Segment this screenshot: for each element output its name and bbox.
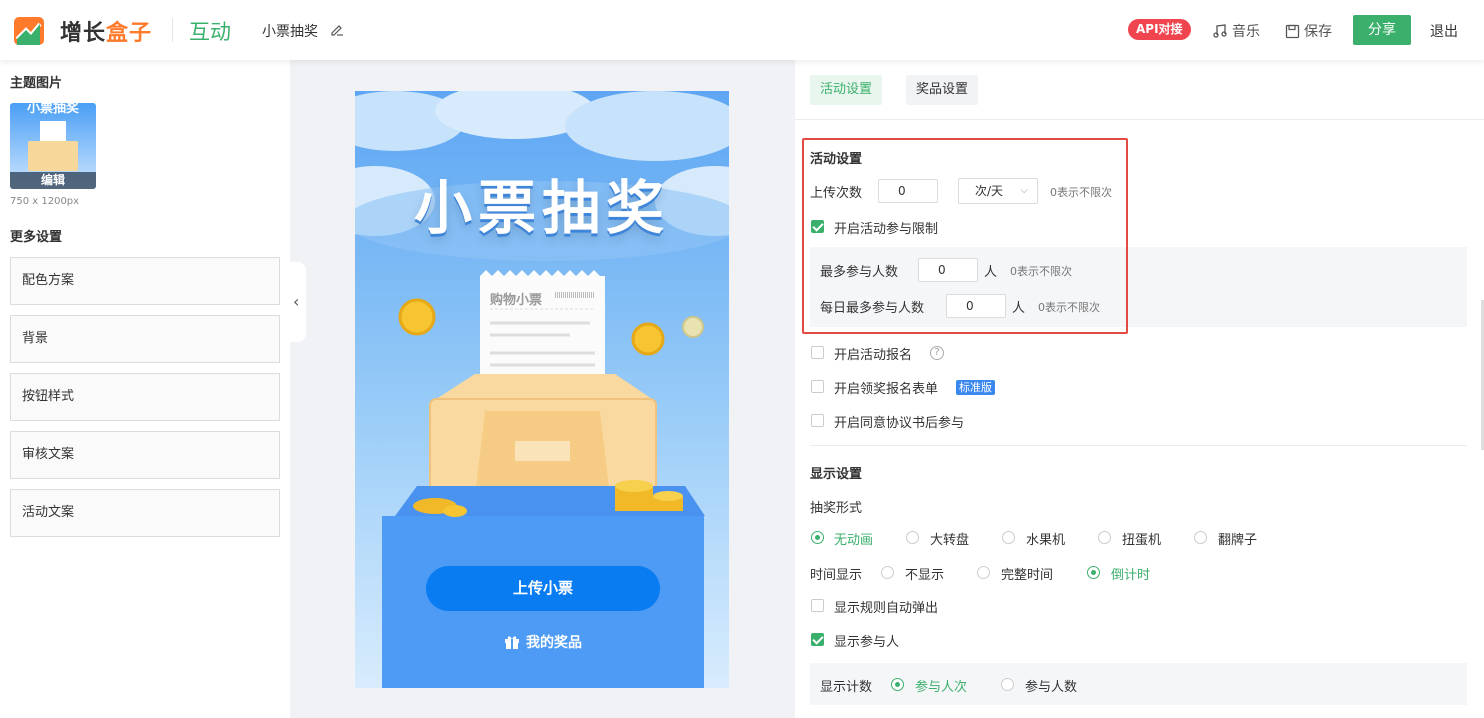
upload-times-hint: 0表示不限次	[1050, 186, 1112, 199]
tab-prize-settings[interactable]: 奖品设置	[906, 75, 979, 105]
menu-button-style[interactable]: 按钮样式	[10, 373, 280, 421]
prize-form-checkbox[interactable]	[811, 380, 824, 393]
radio-time-none[interactable]	[881, 566, 894, 579]
collapse-panel-button[interactable]: ‹	[290, 262, 306, 342]
top-header: 增长盒子 互动 小票抽奖 API对接 音乐 保存 分享 退出	[0, 0, 1484, 60]
count-option-people[interactable]: 参与人数	[1025, 676, 1077, 695]
share-button[interactable]: 分享	[1353, 15, 1411, 45]
image-size-label: 750 x 1200px	[10, 196, 80, 207]
upload-times-input[interactable]: 0	[878, 179, 938, 203]
daily-max-input[interactable]: 0	[946, 294, 1006, 318]
signup-checkbox[interactable]	[811, 346, 824, 359]
preview-title: 小票抽奖	[413, 174, 670, 242]
menu-review-text[interactable]: 审核文案	[10, 431, 280, 479]
my-prize-label: 我的奖品	[526, 635, 582, 651]
radio-time-full[interactable]	[977, 566, 990, 579]
rules-popup-checkbox[interactable]	[811, 599, 824, 612]
display-settings-title: 显示设置	[810, 467, 863, 482]
agreement-label: 开启同意协议书后参与	[834, 416, 965, 431]
theme-image-title: 主题图片	[10, 76, 63, 91]
thumb-title: 小票抽奖	[26, 103, 79, 116]
header-divider	[172, 18, 173, 42]
draw-option-gacha[interactable]: 扭蛋机	[1122, 529, 1161, 548]
brand-logo-text: 增长盒子	[60, 21, 153, 46]
activity-settings-title: 活动设置	[810, 152, 863, 167]
my-prize-link[interactable]: 我的奖品	[504, 632, 582, 652]
logout-button[interactable]: 退出	[1430, 21, 1458, 41]
music-button[interactable]: 音乐	[1212, 21, 1260, 41]
project-title: 小票抽奖	[262, 24, 318, 40]
max-people-unit: 人	[984, 265, 998, 280]
draw-option-none[interactable]: 无动画	[834, 529, 873, 548]
radio-draw-flip[interactable]	[1194, 531, 1207, 544]
time-display-label: 时间显示	[810, 568, 863, 583]
product-name: 互动	[189, 20, 231, 44]
limit-checkbox[interactable]	[811, 220, 824, 233]
menu-background[interactable]: 背景	[10, 315, 280, 363]
theme-image-thumbnail[interactable]: 小票抽奖 编辑	[10, 103, 96, 189]
limit-label: 开启活动参与限制	[834, 222, 939, 237]
growth-logo-icon	[14, 17, 44, 45]
save-disk-icon	[1285, 24, 1300, 38]
daily-max-unit: 人	[1012, 301, 1026, 316]
chevron-down-icon: ⌵	[1020, 185, 1028, 196]
prize-form-label: 开启领奖报名表单	[834, 382, 939, 397]
receipt-title: 购物小票	[490, 293, 543, 308]
show-participants-checkbox[interactable]	[811, 633, 824, 646]
pencil-icon[interactable]	[330, 22, 344, 36]
max-people-label: 最多参与人数	[820, 265, 899, 280]
daily-max-label: 每日最多参与人数	[820, 301, 925, 316]
upload-times-label: 上传次数	[810, 186, 863, 201]
api-badge[interactable]: API对接	[1128, 19, 1191, 40]
draw-form-label: 抽奖形式	[810, 501, 863, 516]
agreement-checkbox[interactable]	[811, 414, 824, 427]
thumb-edit-button[interactable]: 编辑	[10, 172, 96, 189]
count-options-box	[810, 663, 1467, 705]
radio-count-times[interactable]	[891, 678, 904, 691]
draw-option-fruit[interactable]: 水果机	[1026, 529, 1065, 548]
daily-max-hint: 0表示不限次	[1038, 301, 1100, 314]
chevron-left-icon: ‹	[293, 292, 300, 311]
radio-count-people[interactable]	[1001, 678, 1014, 691]
menu-activity-text[interactable]: 活动文案	[10, 489, 280, 537]
gift-icon	[505, 636, 519, 649]
save-label: 保存	[1304, 24, 1332, 40]
section-divider	[810, 445, 1467, 446]
upload-receipt-button[interactable]: 上传小票	[426, 566, 660, 611]
radio-draw-wheel[interactable]	[906, 531, 919, 544]
radio-time-countdown[interactable]	[1087, 566, 1100, 579]
time-option-countdown[interactable]: 倒计时	[1111, 564, 1150, 583]
tab-underline	[795, 119, 1484, 120]
music-label: 音乐	[1232, 24, 1260, 40]
draw-option-wheel[interactable]: 大转盘	[930, 529, 969, 548]
radio-draw-fruit[interactable]	[1002, 531, 1015, 544]
upload-period-select[interactable]: 次/天 ⌵	[958, 178, 1038, 204]
thumb-box	[28, 141, 78, 171]
radio-draw-none[interactable]	[811, 531, 824, 544]
help-icon[interactable]: ?	[930, 346, 944, 360]
menu-color-scheme[interactable]: 配色方案	[10, 257, 280, 305]
standard-edition-badge: 标准版	[956, 380, 995, 395]
radio-draw-gacha[interactable]	[1098, 531, 1111, 544]
tab-activity-settings[interactable]: 活动设置	[810, 75, 883, 105]
upload-period-value: 次/天	[975, 184, 1004, 198]
more-settings-title: 更多设置	[10, 230, 63, 245]
time-option-full[interactable]: 完整时间	[1001, 564, 1053, 583]
max-people-hint: 0表示不限次	[1010, 265, 1072, 278]
show-participants-label: 显示参与人	[834, 635, 900, 650]
max-people-input[interactable]: 0	[918, 258, 978, 282]
count-option-times[interactable]: 参与人次	[915, 676, 967, 695]
signup-label: 开启活动报名	[834, 348, 913, 363]
draw-option-flip[interactable]: 翻牌子	[1218, 529, 1257, 548]
count-label: 显示计数	[820, 680, 873, 695]
music-note-icon	[1213, 24, 1227, 38]
save-button[interactable]: 保存	[1285, 21, 1332, 41]
rules-popup-label: 显示规则自动弹出	[834, 601, 939, 616]
time-option-none[interactable]: 不显示	[905, 564, 944, 583]
